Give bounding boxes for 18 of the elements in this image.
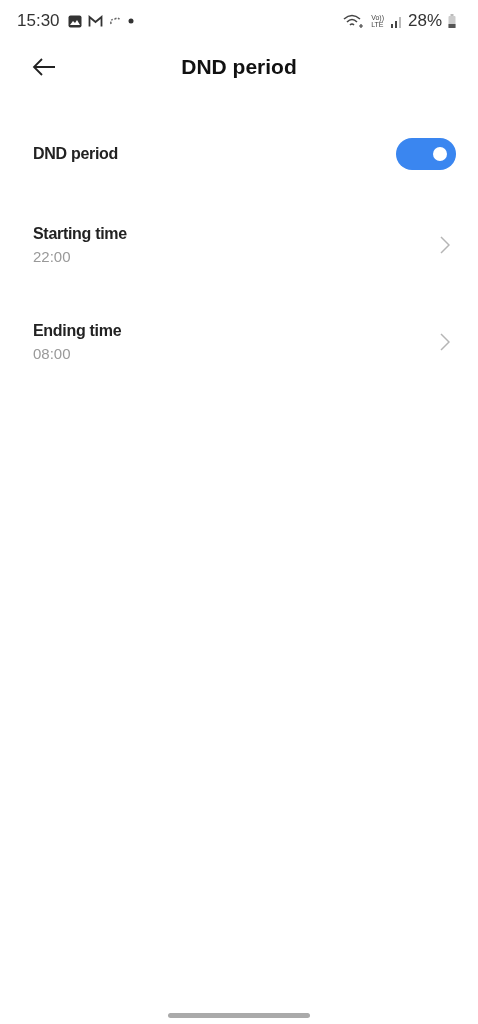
image-icon: [67, 14, 82, 28]
chevron-icon[interactable]: [440, 235, 450, 254]
setting-value: 08:00: [33, 344, 72, 362]
page-title: DND period: [180, 55, 298, 79]
setting-value: 22:00: [33, 247, 72, 265]
battery-percent: 28%: [407, 11, 442, 31]
signal-icon: [389, 14, 402, 28]
wifi-icon: [343, 13, 364, 29]
toggle-switch[interactable]: [396, 138, 456, 170]
dot-icon: [127, 18, 134, 24]
setting-label: DND period: [33, 145, 118, 163]
home-indicator[interactable]: [168, 1013, 310, 1018]
status-time: 15:30: [17, 11, 60, 31]
setting-label: Starting time: [33, 224, 127, 243]
battery-icon: [448, 14, 456, 28]
mail-icon: [87, 14, 103, 28]
setting-label: Ending time: [33, 321, 122, 340]
chevron-icon[interactable]: [440, 332, 450, 351]
